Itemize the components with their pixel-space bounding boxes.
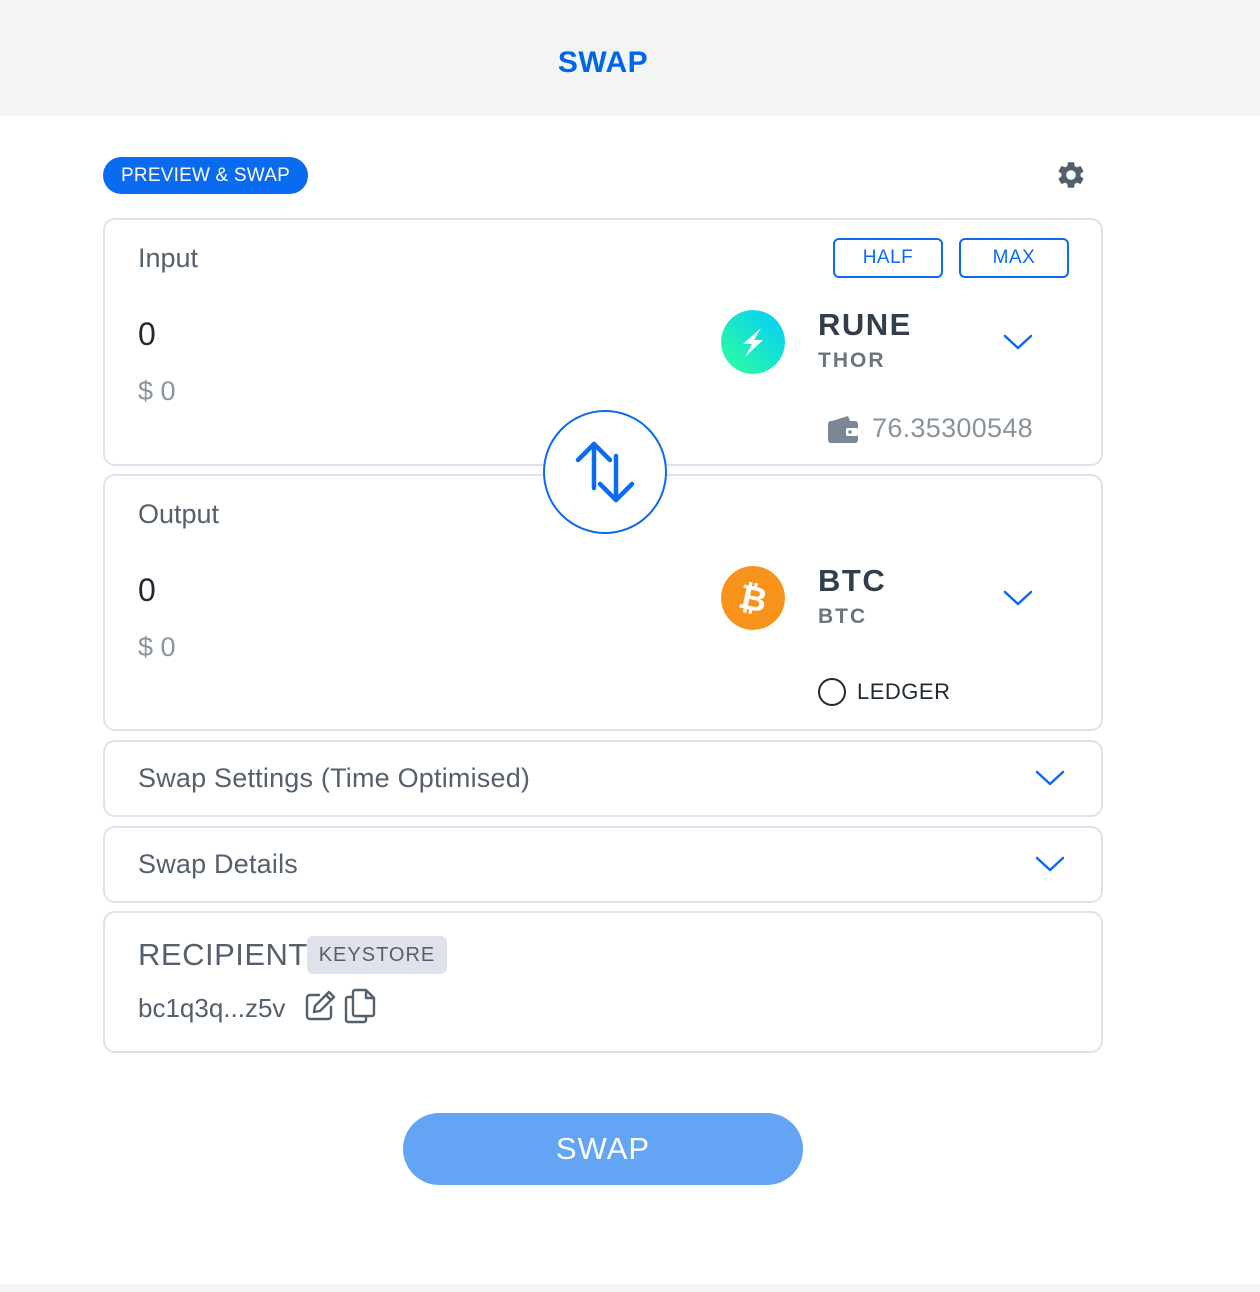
input-amount-field[interactable]: 0: [138, 316, 156, 353]
wallet-icon: [828, 415, 858, 443]
output-token-chain: BTC: [818, 605, 868, 628]
swap-direction-button[interactable]: [543, 410, 667, 534]
recipient-title: RECIPIENT: [138, 937, 308, 972]
recipient-address: bc1q3q...z5v: [138, 993, 286, 1023]
input-token-chain: THOR: [818, 349, 886, 372]
chevron-down-icon[interactable]: [1035, 855, 1065, 873]
ledger-label: LEDGER: [857, 679, 951, 704]
output-amount-field: 0: [138, 572, 156, 608]
input-label: Input: [138, 243, 199, 273]
edit-icon[interactable]: [303, 989, 337, 1023]
output-usd-value: $ 0: [138, 632, 176, 662]
swap-details-accordion[interactable]: Swap Details: [103, 826, 1103, 903]
ledger-radio[interactable]: [818, 678, 846, 706]
input-balance: 76.35300548: [828, 413, 1033, 444]
input-token-ticker[interactable]: RUNE: [818, 307, 912, 343]
copy-icon[interactable]: [343, 988, 377, 1024]
gear-icon[interactable]: [1055, 159, 1087, 191]
swap-arrows-icon: [575, 441, 635, 503]
swap-settings-accordion[interactable]: Swap Settings (Time Optimised): [103, 740, 1103, 817]
keystore-badge: KEYSTORE: [307, 936, 447, 974]
half-button[interactable]: HALF: [833, 238, 943, 278]
chevron-down-icon[interactable]: [1003, 333, 1033, 351]
tab-swap[interactable]: SWAP: [0, 46, 1206, 80]
header-bar: SWAP: [0, 0, 1260, 116]
balance-value: 76.35300548: [872, 413, 1033, 443]
input-usd-value: $ 0: [138, 376, 176, 406]
output-token-ticker[interactable]: BTC: [818, 563, 886, 599]
rune-token-icon[interactable]: [721, 310, 785, 374]
preview-swap-button[interactable]: PREVIEW & SWAP: [103, 157, 308, 194]
ledger-option[interactable]: LEDGER: [818, 678, 950, 706]
chevron-down-icon[interactable]: [1035, 769, 1065, 787]
swap-settings-label: Swap Settings (Time Optimised): [138, 763, 531, 793]
recipient-card: RECIPIENT KEYSTORE bc1q3q...z5v: [103, 911, 1103, 1053]
output-label: Output: [138, 499, 220, 529]
max-button[interactable]: MAX: [959, 238, 1069, 278]
swap-button[interactable]: SWAP: [403, 1113, 803, 1185]
chevron-down-icon[interactable]: [1003, 589, 1033, 607]
footer-bar: [0, 1284, 1260, 1292]
swap-details-label: Swap Details: [138, 849, 298, 879]
btc-token-icon[interactable]: ₿: [721, 566, 785, 630]
